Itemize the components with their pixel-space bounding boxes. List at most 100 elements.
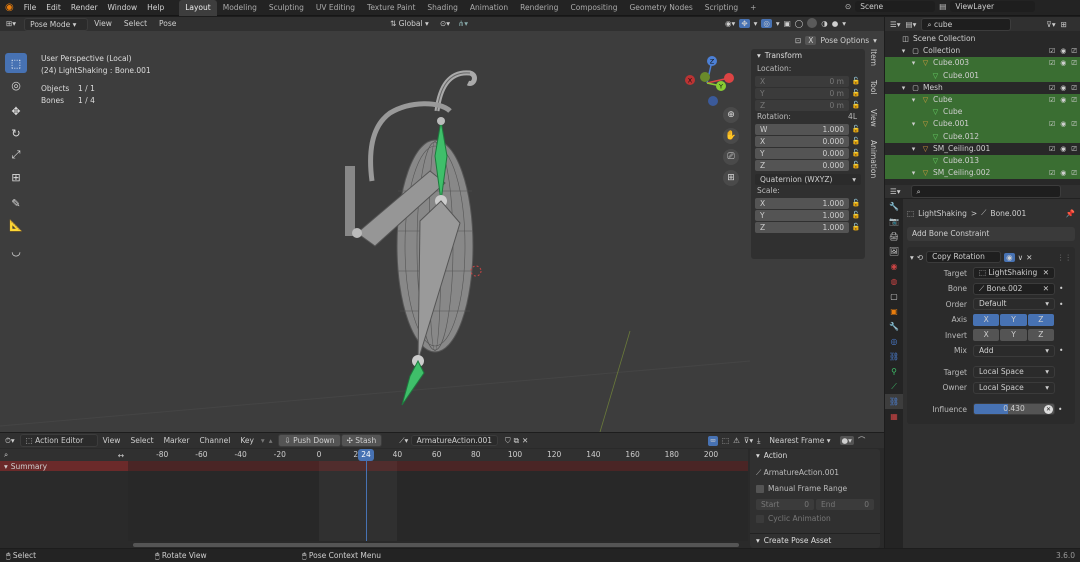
constraint-menu-chevron-icon[interactable]: ∨ [1018,253,1024,262]
object-constraint-tab-icon[interactable]: ⛓ [885,349,903,364]
scale-z-field[interactable]: Z 1.000 [755,221,849,233]
menu-help[interactable]: Help [142,0,169,16]
lock-icon[interactable]: 🔓 [851,199,861,207]
timeline-editor-icon[interactable]: ⏱▾ [0,433,20,448]
falloff-icon[interactable]: ⌒ [858,435,866,446]
render-camera-icon[interactable]: ⎚ [1071,118,1077,130]
eye-icon[interactable]: ◉ [1060,167,1066,179]
dopesheet-mode-dropdown[interactable]: ⬚ Action Editor [19,434,98,447]
world-tab-icon[interactable]: ◍ [885,274,903,289]
exclude-checkbox-icon[interactable]: ☑ [1049,57,1055,69]
render-camera-icon[interactable]: ⎚ [1071,143,1077,155]
outliner-search-input[interactable]: ⌕ cube [921,17,1012,31]
rotation-y-field[interactable]: Y 0.000 [755,147,849,159]
push-down-button[interactable]: ⇩ Push Down [278,434,341,447]
timeline-scrollbar[interactable] [133,543,739,547]
show-errors-icon[interactable]: ⚠ [733,436,740,445]
outliner-row[interactable]: ▾ ▢ Mesh ☑ ◉ ⎚ [885,82,1080,94]
workspace-tab-modeling[interactable]: Modeling [217,0,263,16]
scale-x-field[interactable]: X 1.000 [755,197,849,209]
viewport-menu-pose[interactable]: Pose [153,17,182,31]
owner-space-dropdown[interactable]: Local Space ▾ [973,381,1055,394]
expand-chevron-icon[interactable]: ▾ [899,82,908,94]
pivot-icon[interactable]: ⊙▾ [440,19,450,28]
render-camera-icon[interactable]: ⎚ [1071,57,1077,69]
invert-x-toggle[interactable]: X [973,329,1000,341]
visibility-icon[interactable]: ◉▾ [725,19,735,28]
expand-chevron-icon[interactable]: ▾ [909,167,918,179]
overlay-toggle-icon[interactable]: ◎ [761,18,772,28]
workspace-tab-geometry-nodes[interactable]: Geometry Nodes [623,0,698,16]
expand-chevron-icon[interactable]: ▾ [909,94,918,106]
euler-order-dropdown[interactable]: Default ▾ [973,298,1055,310]
filter-funnel-icon[interactable]: ⊽▾ [744,436,753,445]
gizmo-toggle-icon[interactable]: ✥ [739,18,750,28]
fake-user-shield-icon[interactable]: ⛉ [505,436,511,446]
xray-icon[interactable]: ▣ [784,19,791,28]
menu-edit[interactable]: Edit [41,0,66,16]
transform-section-header[interactable]: ▾ Transform [751,49,865,63]
workspace-tab-shading[interactable]: Shading [421,0,463,16]
pin-icon[interactable]: 📌 [1066,209,1075,218]
render-tab-icon[interactable]: 📷 [885,214,903,229]
bone-constraint-tab-icon[interactable]: ⛓ [885,394,903,409]
outliner-row[interactable]: ▾ ▢ Collection ☑ ◉ ⎚ [885,45,1080,57]
invert-y-toggle[interactable]: Y [1000,329,1027,341]
location-x-field[interactable]: X 0 m [755,75,849,87]
viewport-menu-view[interactable]: View [88,17,118,31]
layer-prev-icon[interactable]: ▾ [259,436,267,445]
scale-y-field[interactable]: Y 1.000 [755,209,849,221]
exclude-checkbox-icon[interactable]: ☑ [1049,94,1055,106]
workspace-tab-animation[interactable]: Animation [464,0,514,16]
properties-search-input[interactable]: ⌕ [910,185,1061,198]
invert-z-toggle[interactable]: Z [1027,329,1054,341]
menu-file[interactable]: File [19,0,42,16]
expand-chevron-icon[interactable]: ▾ [899,45,908,57]
constraint-name-field[interactable]: Copy Rotation [926,251,1002,263]
lock-icon[interactable]: 🔓 [851,223,861,231]
lock-icon[interactable]: 🔓 [851,137,861,145]
axis-y-toggle[interactable]: Y [1000,313,1027,326]
3d-viewport[interactable]: ⊞▾ Pose Mode ▾ View Select Pose ⇅ Global… [0,17,884,432]
drag-handle-icon[interactable]: ⋮⋮ [1057,253,1072,262]
snapping-dropdown[interactable]: Nearest Frame ▾ [764,435,835,446]
unlink-action-icon[interactable]: ✕ [522,436,528,445]
exclude-checkbox-icon[interactable]: ☑ [1049,143,1055,155]
workspace-tab-sculpting[interactable]: Sculpting [263,0,310,16]
properties-editor-icon[interactable]: ☰▾ [890,187,901,196]
channel-search-icon[interactable]: ⌕ [4,450,8,460]
scene-selector[interactable]: Scene [855,1,936,12]
ae-menu-select[interactable]: Select [125,433,158,448]
ae-menu-key[interactable]: Key [235,433,259,448]
sidebar-tab-animation[interactable]: Animation [869,140,878,178]
current-frame-indicator[interactable]: 24 [358,449,375,461]
create-pose-asset-section[interactable]: ▾ Create Pose Asset [750,533,880,547]
outliner-row[interactable]: ▾ ▽ Cube.001 ☑ ◉ ⎚ [885,118,1080,131]
tool-tab-icon[interactable]: 🔧 [885,199,903,214]
physics-tab-icon[interactable]: ◎ [885,334,903,349]
view-layer-tab-icon[interactable]: 🖼 [885,244,903,259]
snap-magnet-icon[interactable]: ⤓ [757,436,760,446]
expand-chevron-icon[interactable]: ▾ [909,143,918,155]
collection-tab-icon[interactable]: ▢ [885,289,903,304]
start-frame-field[interactable]: Start 0 [756,498,814,510]
eye-icon[interactable]: ◉ [1060,118,1066,130]
exclude-checkbox-icon[interactable]: ☑ [1049,167,1055,179]
constraint-visibility-icon[interactable]: ◉ [1004,252,1015,262]
outliner-row[interactable]: ▽ Cube.012 [885,130,1080,143]
eye-icon[interactable]: ◉ [1060,45,1066,57]
expand-chevron-icon[interactable]: ▾ [909,118,918,130]
manual-frame-range-checkbox[interactable]: Manual Frame Range [750,483,880,495]
sidebar-toggle-icon[interactable]: ⊡ [795,36,801,45]
object-tab-icon[interactable]: ▣ [885,304,903,319]
viewport-menu-select[interactable]: Select [118,17,153,31]
action-name-field[interactable]: ArmatureAction.001 [410,435,499,446]
subtarget-bone-field[interactable]: ⟋ Bone.002 ✕ [973,282,1055,295]
bone-keyframe-dot[interactable]: • [1059,284,1063,293]
mix-mode-dropdown[interactable]: Add ▾ [973,344,1055,357]
x-mirror-toggle[interactable]: X [805,36,817,45]
rotation-x-field[interactable]: X 0.000 [755,135,849,147]
outliner-editor-icon[interactable]: ☰▾ [890,20,901,29]
perspective-grid-icon[interactable]: ⊞ [723,170,739,186]
layer-next-icon[interactable]: ▴ [267,436,275,445]
